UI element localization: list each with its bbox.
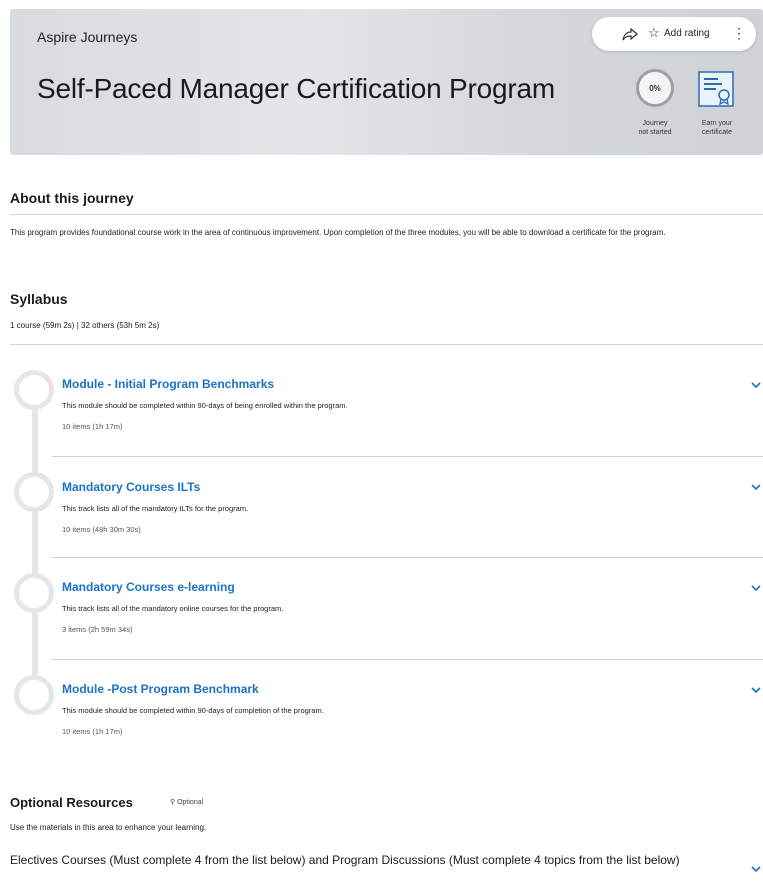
optional-badge: ⚲ Optional (170, 798, 203, 806)
module-title[interactable]: Module - Initial Program Benchmarks (62, 377, 762, 391)
chevron-down-icon[interactable] (751, 381, 761, 389)
module-item-count: 10 items (1h 17m) (62, 727, 123, 736)
module-description: This track lists all of the mandatory on… (62, 604, 284, 613)
progress-caption-line-2: not started (638, 129, 672, 136)
progress-ring: 0% (636, 69, 674, 107)
module-item-count: 10 items (48h 30m 30s) (62, 525, 141, 534)
about-heading: About this journey (10, 190, 134, 206)
journey-header: Aspire Journeys Self-Paced Manager Certi… (10, 9, 763, 155)
module-item-count: 10 items (1h 17m) (62, 422, 123, 431)
certificate-caption-line-2: certificate (702, 129, 732, 136)
certificate-caption-line-1: Earn your (701, 120, 733, 127)
module-divider (52, 557, 763, 558)
module-title[interactable]: Mandatory Courses ILTs (62, 480, 762, 494)
module-status-circle (14, 370, 54, 410)
module-item[interactable]: Mandatory Courses ILTs This track lists … (62, 480, 762, 534)
progress-caption: Journey not started (630, 119, 680, 137)
module-divider (52, 659, 763, 660)
syllabus-summary: 1 course (59m 2s) | 32 others (53h 5m 2s… (10, 321, 160, 330)
progress-value: 0% (649, 83, 661, 93)
chevron-down-icon[interactable] (751, 483, 761, 491)
progress-caption-line-1: Journey (642, 120, 668, 127)
module-divider (52, 456, 763, 457)
add-rating-button[interactable]: Add rating (664, 28, 710, 39)
module-status-circle (14, 472, 54, 512)
module-description: This track lists all of the mandatory IL… (62, 504, 249, 513)
page-title: Self-Paced Manager Certification Program (37, 73, 556, 104)
about-description: This program provides foundational cours… (10, 228, 666, 237)
brand-name: Aspire Journeys (37, 29, 138, 45)
module-title[interactable]: Mandatory Courses e-learning (62, 580, 762, 594)
certificate-caption: Earn your certificate (694, 119, 740, 137)
module-item[interactable]: Module - Initial Program Benchmarks This… (62, 377, 762, 431)
more-options-icon[interactable]: ⋮ (732, 25, 746, 42)
syllabus-heading: Syllabus (10, 291, 68, 307)
module-item[interactable]: Module -Post Program Benchmark This modu… (62, 682, 762, 736)
optional-icon: ⚲ (170, 799, 176, 806)
module-title[interactable]: Module -Post Program Benchmark (62, 682, 762, 696)
star-icon[interactable]: ☆ (648, 25, 660, 41)
share-icon[interactable] (622, 27, 638, 41)
syllabus-divider (10, 344, 763, 345)
chevron-down-icon[interactable] (751, 686, 761, 694)
electives-section-title[interactable]: Electives Courses (Must complete 4 from … (10, 852, 745, 869)
module-description: This module should be completed within 9… (62, 706, 324, 715)
optional-heading: Optional Resources (10, 795, 133, 810)
chevron-down-icon[interactable] (751, 584, 761, 592)
about-divider (10, 214, 763, 215)
module-description: This module should be completed within 9… (62, 401, 348, 410)
module-status-circle (14, 675, 54, 715)
optional-description: Use the materials in this area to enhanc… (10, 823, 207, 832)
module-item-count: 3 items (2h 59m 34s) (62, 625, 133, 634)
optional-badge-label: Optional (177, 799, 204, 806)
timeline-line (32, 390, 38, 690)
module-status-circle (14, 573, 54, 613)
chevron-down-icon[interactable] (751, 865, 761, 873)
actions-bar: ☆ Add rating ⋮ (592, 17, 756, 51)
module-item[interactable]: Mandatory Courses e-learning This track … (62, 580, 762, 634)
certificate-icon[interactable] (698, 71, 734, 107)
